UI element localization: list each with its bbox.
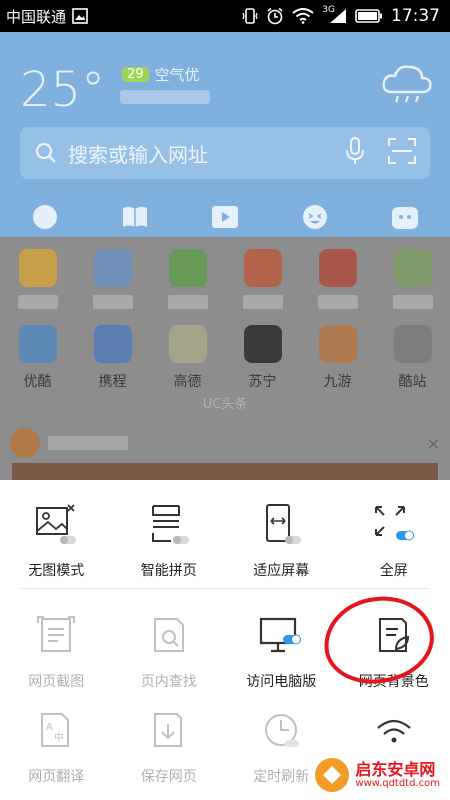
site-label: 苏宁 — [248, 374, 277, 390]
site-shortcut[interactable] — [158, 249, 218, 309]
find-in-page-icon — [145, 613, 193, 657]
tools-row-1: 无图模式 智能拼页 适应屏幕 全屏 — [0, 502, 450, 580]
svg-text:A: A — [46, 722, 53, 733]
fit-screen-icon — [257, 502, 305, 546]
tool-label: 适应屏幕 — [253, 563, 310, 579]
translate-page-button[interactable]: A中 网页翻译 — [0, 708, 113, 786]
network-type-label: 3G — [322, 5, 335, 15]
avatar — [10, 428, 40, 458]
site-shortcut[interactable] — [83, 249, 143, 309]
close-icon[interactable]: × — [427, 434, 440, 453]
site-kuzhan[interactable]: 酷站 — [383, 325, 443, 391]
watermark-url: www.qdtdtd.com — [355, 778, 440, 790]
wifi-icon — [292, 8, 314, 24]
save-page-button[interactable]: 保存网页 — [113, 708, 226, 786]
microphone-icon[interactable] — [346, 136, 364, 170]
tool-label: 定时刷新 — [253, 769, 310, 785]
book-icon — [122, 204, 148, 230]
tools-menu: 无图模式 智能拼页 适应屏幕 全屏 网页截图 页内查找 访问电脑版 网页背景色 … — [0, 480, 450, 800]
home-header: 25° 29 空气优 搜索或输入网址 网址 小说 — [0, 32, 450, 255]
image-icon — [72, 8, 88, 24]
feed-image — [12, 463, 438, 480]
search-bar[interactable]: 搜索或输入网址 — [20, 127, 430, 179]
timer-refresh-icon — [257, 708, 305, 752]
save-page-icon — [145, 708, 193, 752]
tool-label: 保存网页 — [140, 769, 197, 785]
menu-divider — [20, 588, 430, 589]
screenshot-icon — [32, 613, 80, 657]
site-shortcut[interactable] — [308, 249, 368, 309]
no-image-icon — [32, 502, 80, 546]
tool-label: 访问电脑版 — [246, 674, 317, 690]
site-shortcut[interactable] — [233, 249, 293, 309]
tool-label: 网页截图 — [28, 674, 85, 690]
find-in-page-button[interactable]: 页内查找 — [113, 613, 226, 691]
clock: 17:37 — [391, 6, 440, 26]
smile-icon — [302, 204, 328, 230]
desktop-icon — [257, 613, 305, 657]
tool-label: 智能拼页 — [140, 563, 197, 579]
watermark-name: 启东安卓网 — [355, 759, 436, 779]
status-bar: 中国联通 3G 17:37 — [0, 0, 450, 32]
fit-screen-button[interactable]: 适应屏幕 — [225, 502, 338, 580]
smart-page-join-button[interactable]: 智能拼页 — [113, 502, 226, 580]
feed-item[interactable]: × — [10, 428, 440, 458]
globe-icon — [32, 204, 58, 230]
aqi-value: 29 — [122, 67, 149, 82]
site-label: 酷站 — [398, 374, 427, 390]
location-blur — [120, 90, 210, 104]
cloud-rain-icon[interactable] — [378, 62, 438, 110]
fullscreen-icon — [370, 502, 418, 546]
page-join-icon — [145, 502, 193, 546]
signal-icon: 3G — [322, 5, 347, 24]
watermark: 启东安卓网 www.qdtdtd.com — [315, 758, 440, 792]
search-icon — [34, 141, 58, 165]
comic-icon — [392, 204, 418, 230]
site-label: 携程 — [98, 374, 127, 390]
feed-title: UC头条 — [202, 397, 248, 412]
tool-label: 网页翻译 — [28, 769, 85, 785]
search-placeholder: 搜索或输入网址 — [68, 142, 208, 167]
no-image-mode-button[interactable]: 无图模式 — [0, 502, 113, 580]
site-suning[interactable]: 苏宁 — [233, 325, 293, 391]
play-icon — [212, 204, 238, 230]
air-quality: 29 空气优 — [122, 64, 200, 85]
temperature: 25° — [20, 62, 106, 118]
site-amap[interactable]: 高德 — [158, 325, 218, 391]
tool-label: 无图模式 — [28, 563, 85, 579]
battery-icon — [355, 9, 383, 23]
carrier-label: 中国联通 — [6, 7, 67, 26]
aqi-label: 空气优 — [154, 66, 200, 84]
tool-label: 页内查找 — [140, 674, 197, 690]
site-youku[interactable]: 优酷 — [8, 325, 68, 391]
translate-icon: A中 — [32, 708, 80, 752]
scan-icon[interactable] — [388, 137, 416, 169]
svg-text:中: 中 — [54, 731, 64, 744]
alarm-icon — [266, 7, 284, 25]
site-label: 高德 — [173, 374, 202, 390]
vibrate-icon — [242, 7, 258, 25]
desktop-version-button[interactable]: 访问电脑版 — [225, 613, 338, 691]
feed-text-blur — [48, 436, 128, 450]
site-label: 九游 — [323, 374, 352, 390]
site-ctrip[interactable]: 携程 — [83, 325, 143, 391]
web-screenshot-button[interactable]: 网页截图 — [0, 613, 113, 691]
tool-label: 全屏 — [379, 563, 408, 579]
site-grid-row-1 — [0, 249, 450, 309]
watermark-logo — [315, 758, 350, 792]
site-shortcut[interactable] — [8, 249, 68, 309]
wifi-share-icon — [370, 708, 418, 752]
site-label: 优酷 — [23, 374, 52, 390]
fullscreen-button[interactable]: 全屏 — [338, 502, 450, 580]
site-grid-row-2: 优酷 携程 高德 苏宁 九游 酷站 — [0, 325, 450, 391]
site-9game[interactable]: 九游 — [308, 325, 368, 391]
site-shortcut[interactable] — [383, 249, 443, 309]
